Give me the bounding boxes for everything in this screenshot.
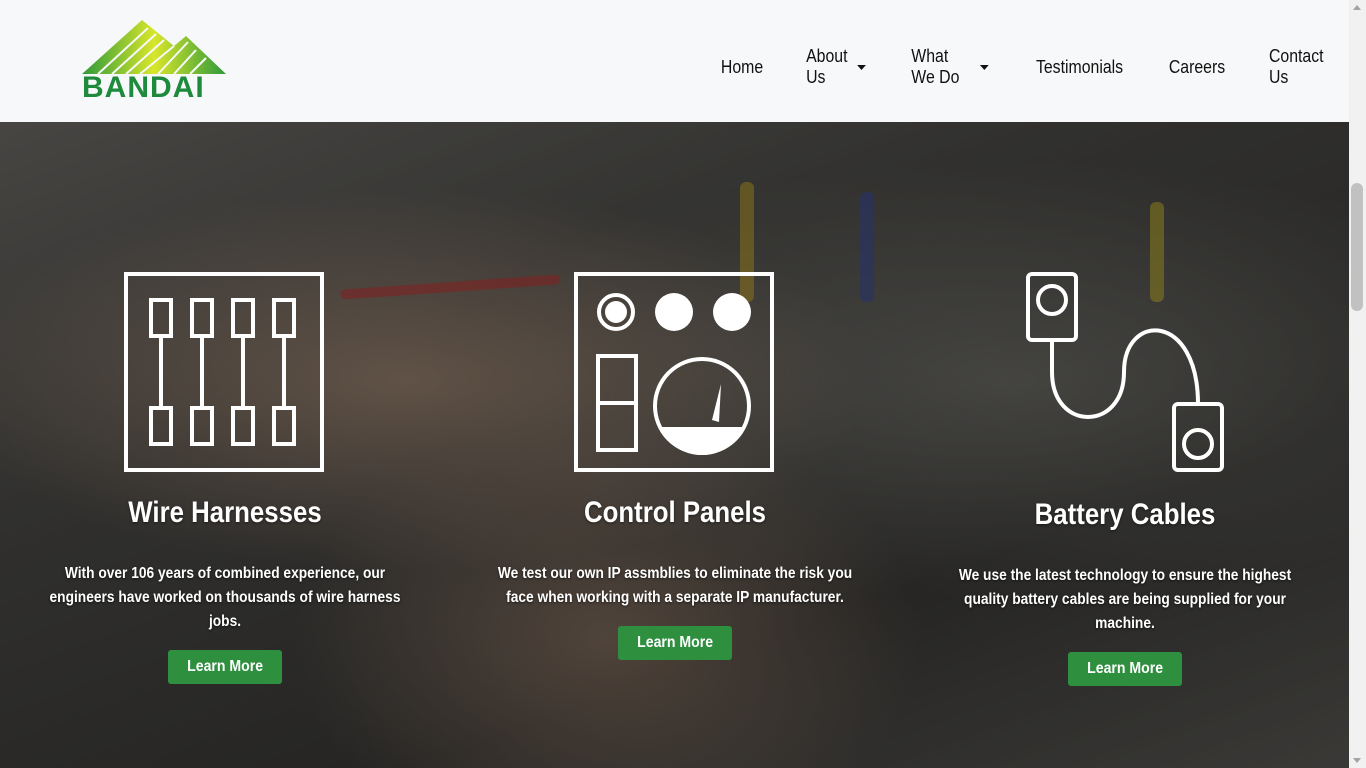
page-scrollbar[interactable] — [1349, 0, 1366, 768]
brand-name: BANDAI — [82, 71, 205, 104]
learn-more-button[interactable]: Learn More — [617, 626, 733, 660]
caret-down-icon — [857, 64, 866, 70]
nav-about-label: About Us — [806, 46, 848, 87]
learn-more-label: Learn More — [187, 658, 263, 675]
navbar: BANDAI Home About Us What We Do Testimon… — [0, 0, 1349, 122]
service-description: We test our own IP assmblies to eliminat… — [497, 565, 853, 606]
service-description: We use the latest technology to ensure t… — [958, 567, 1292, 632]
service-card-battery-cables: Battery Cables We use the latest technol… — [905, 272, 1345, 686]
scroll-up-arrow-icon[interactable] — [1353, 5, 1361, 10]
caret-down-icon — [980, 64, 989, 70]
mountain-logo-icon — [82, 20, 226, 75]
service-title: Control Panels — [583, 496, 767, 529]
service-title: Battery Cables — [1034, 498, 1216, 531]
learn-more-label: Learn More — [1087, 660, 1163, 677]
service-title: Wire Harnesses — [128, 496, 322, 529]
nav-about-dropdown[interactable]: About Us — [790, 46, 881, 88]
nav-home-label: Home — [720, 56, 764, 77]
service-card-control-panels: Control Panels We test our own IP assmbl… — [455, 272, 895, 660]
learn-more-label: Learn More — [637, 634, 713, 651]
service-card-wire-harnesses: Wire Harnesses With over 106 years of co… — [5, 272, 445, 684]
nav-careers-label: Careers — [1169, 56, 1226, 77]
nav-what-we-do-label: What We Do — [911, 46, 960, 87]
nav-home[interactable]: Home — [705, 57, 779, 78]
nav-contact[interactable]: Contact Us — [1253, 46, 1342, 88]
learn-more-button[interactable]: Learn More — [1067, 652, 1183, 686]
nav-testimonials[interactable]: Testimonials — [1020, 57, 1139, 78]
nav-what-we-do-dropdown[interactable]: What We Do — [895, 46, 1004, 88]
scrollbar-thumb[interactable] — [1351, 183, 1363, 311]
nav-contact-label: Contact Us — [1269, 46, 1324, 87]
bandai-logo[interactable]: BANDAI — [78, 18, 230, 104]
wire-harness-icon — [124, 272, 324, 472]
nav-careers[interactable]: Careers — [1153, 57, 1241, 78]
battery-cable-icon — [1026, 272, 1224, 472]
nav-testimonials-label: Testimonials — [1036, 56, 1124, 77]
service-description: With over 106 years of combined experien… — [49, 565, 401, 630]
learn-more-button[interactable]: Learn More — [167, 650, 283, 684]
control-panel-icon — [574, 272, 774, 472]
hero-section: Wire Harnesses With over 106 years of co… — [0, 122, 1349, 768]
scroll-down-arrow-icon[interactable] — [1353, 758, 1361, 763]
main-nav: Home About Us What We Do Testimonials Ca… — [700, 46, 1349, 88]
